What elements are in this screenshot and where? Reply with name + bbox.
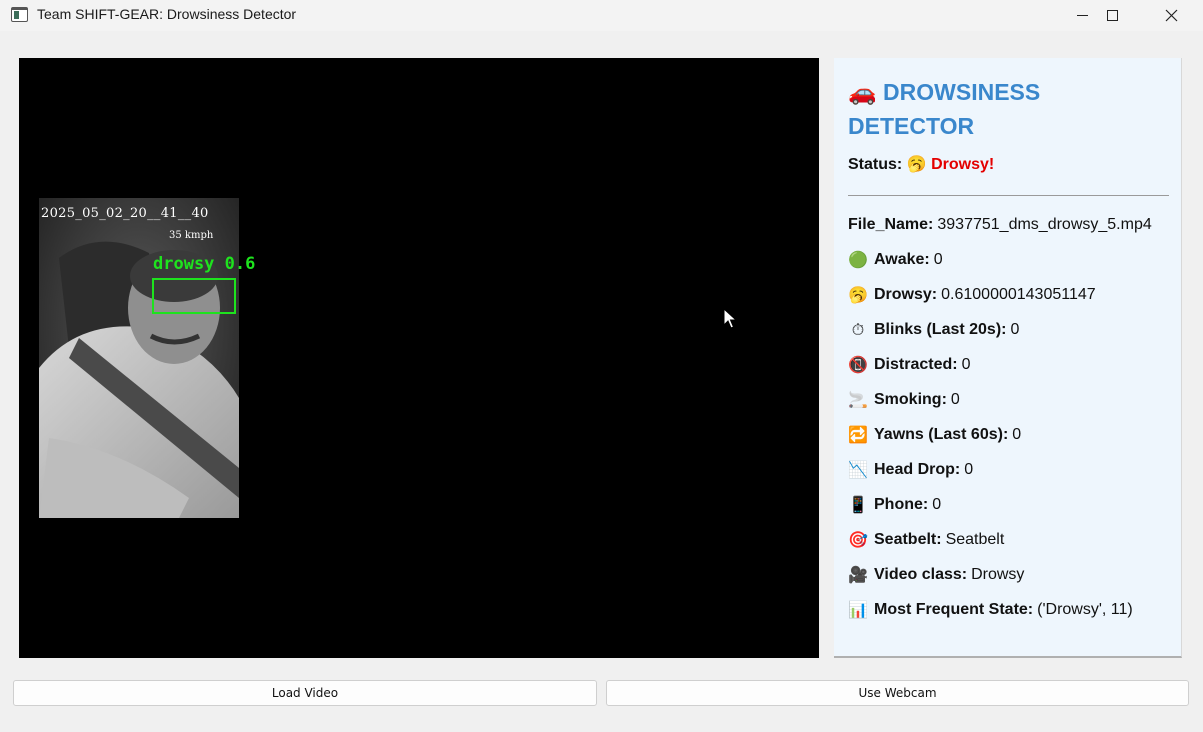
metrics-list: File_Name: 3937751_dms_drowsy_5.mp4 🟢 Awake… <box>848 216 1178 636</box>
camera-frame: 2025_05_02_20__41__40 35 kmph <box>39 198 239 518</box>
divider <box>848 195 1169 196</box>
status-row: Status: 🥱 Drowsy! <box>848 154 994 174</box>
window-title: Team SHIFT-GEAR: Drowsiness Detector <box>37 6 297 22</box>
repeat-icon: 🔁 <box>848 425 868 444</box>
cigarette-icon: 🚬 <box>848 390 868 409</box>
metric-row: 📵 Distracted: 0 <box>848 356 1178 391</box>
metric-row: 📊 Most Frequent State: ('Drowsy', 11) <box>848 601 1178 636</box>
info-panel: 🚗 DROWSINESS DETECTOR Status: 🥱 Drowsy! … <box>834 58 1182 658</box>
camera-icon: 🎥 <box>848 565 868 584</box>
yawn-face-icon: 🥱 <box>848 285 868 304</box>
panel-heading: 🚗 DROWSINESS DETECTOR <box>848 76 1168 143</box>
metric-row: 🚬 Smoking: 0 <box>848 391 1178 426</box>
metric-label: Smoking: <box>874 391 947 408</box>
metric-label: Most Frequent State: <box>874 601 1034 618</box>
metric-value: 0 <box>950 391 960 408</box>
detection-label: drowsy 0.6 <box>153 254 256 274</box>
metric-row: 🥱 Drowsy: 0.6100000143051147 <box>848 286 1178 321</box>
maximize-icon <box>1106 10 1118 21</box>
metric-row: 📱 Phone: 0 <box>848 496 1178 531</box>
title-bar: Team SHIFT-GEAR: Drowsiness Detector <box>0 0 1203 31</box>
panel-heading-text: DROWSINESS DETECTOR <box>848 79 1041 139</box>
driver-image <box>39 198 239 518</box>
metric-value: Drowsy <box>971 566 1025 583</box>
yawn-face-icon: 🥱 <box>906 154 927 173</box>
metric-row: 🎯 Seatbelt: Seatbelt <box>848 531 1178 566</box>
metric-row: 📉 Head Drop: 0 <box>848 461 1178 496</box>
metric-value: 0 <box>932 496 942 513</box>
metric-value: ('Drowsy', 11) <box>1037 601 1133 618</box>
frame-speed: 35 kmph <box>169 230 214 241</box>
load-video-button[interactable]: Load Video <box>13 680 597 706</box>
no-phone-icon: 📵 <box>848 355 868 374</box>
metric-value: 0.6100000143051147 <box>941 286 1096 303</box>
metric-value: 0 <box>1010 321 1020 338</box>
chart-down-icon: 📉 <box>848 460 868 479</box>
metric-label: Drowsy: <box>874 286 938 303</box>
metric-value: 0 <box>961 356 971 373</box>
video-display: 2025_05_02_20__41__40 35 kmph drowsy 0.6 <box>19 58 819 658</box>
car-icon: 🚗 <box>848 80 877 106</box>
bar-chart-icon: 📊 <box>848 600 868 619</box>
metric-label: Awake: <box>874 251 930 268</box>
metric-value: 0 <box>1012 426 1022 443</box>
phone-icon: 📱 <box>848 495 868 514</box>
metric-value: Seatbelt <box>945 531 1005 548</box>
metric-row: ⏱ Blinks (Last 20s): 0 <box>848 321 1178 356</box>
detection-box <box>152 278 236 314</box>
metric-label: Seatbelt: <box>874 531 942 548</box>
metric-label: Blinks (Last 20s): <box>874 321 1007 338</box>
metric-value: 0 <box>964 461 974 478</box>
status-label: Status: <box>848 156 903 173</box>
metric-value: 3937751_dms_drowsy_5.mp4 <box>937 216 1152 233</box>
metric-label: File_Name: <box>848 216 934 233</box>
target-icon: 🎯 <box>848 530 868 549</box>
app-icon <box>11 7 28 22</box>
metric-label: Distracted: <box>874 356 958 373</box>
frame-timestamp: 2025_05_02_20__41__40 <box>41 206 209 221</box>
metric-value: 0 <box>933 251 943 268</box>
metric-label: Phone: <box>874 496 929 513</box>
metric-label: Video class: <box>874 566 968 583</box>
green-circle-icon: 🟢 <box>848 250 868 269</box>
metric-row: File_Name: 3937751_dms_drowsy_5.mp4 <box>848 216 1178 251</box>
metric-row: 🟢 Awake: 0 <box>848 251 1178 286</box>
close-icon <box>1165 9 1177 22</box>
metric-label: Yawns (Last 60s): <box>874 426 1009 443</box>
status-value: Drowsy! <box>931 156 995 173</box>
stopwatch-icon: ⏱ <box>851 320 865 339</box>
metric-row: 🔁 Yawns (Last 60s): 0 <box>848 426 1178 461</box>
maximize-button[interactable] <box>1083 0 1141 31</box>
use-webcam-button[interactable]: Use Webcam <box>606 680 1189 706</box>
close-button[interactable] <box>1142 0 1200 31</box>
metric-label: Head Drop: <box>874 461 961 478</box>
metric-row: 🎥 Video class: Drowsy <box>848 566 1178 601</box>
mouse-cursor-icon <box>723 308 737 329</box>
